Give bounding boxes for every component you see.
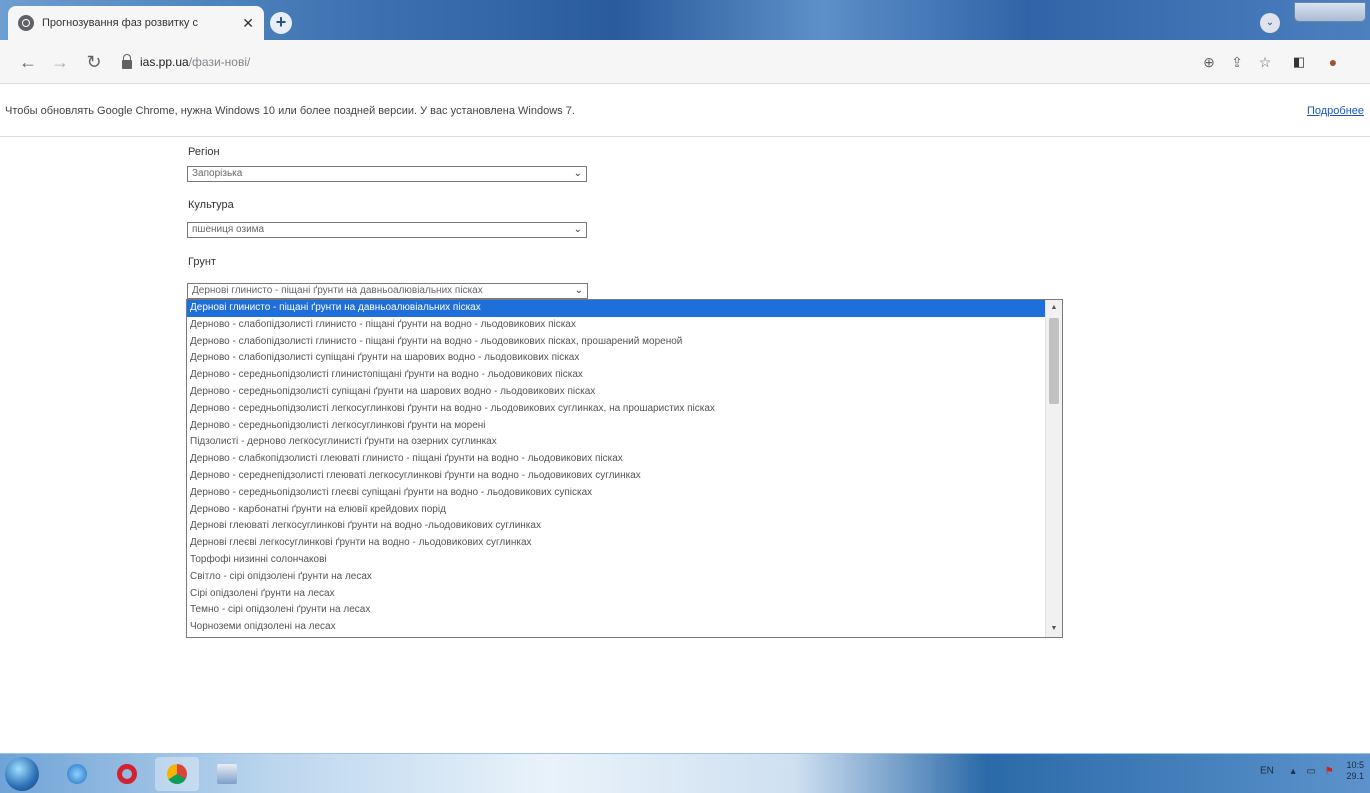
soil-option[interactable]: Дернові глинисто - піщані ґрунти на давн… xyxy=(187,300,1045,317)
chevron-down-icon: ⌄ xyxy=(574,285,583,296)
taskbar-chrome[interactable] xyxy=(155,757,199,791)
chevron-down-icon: ⌄ xyxy=(573,224,582,235)
soil-option[interactable]: Дерново - слабкопідзолисті глеюваті глин… xyxy=(187,451,1045,468)
soil-select[interactable]: Дернові глинисто - піщані ґрунти на давн… xyxy=(187,283,588,299)
soil-option[interactable]: Дерново - карбонатні ґрунти на елювії кр… xyxy=(187,502,1045,519)
folder-icon xyxy=(217,764,237,784)
soil-option[interactable]: Дерново - середнепідзолисті глеюваті лег… xyxy=(187,468,1045,485)
reload-icon[interactable]: ↻ xyxy=(80,48,108,76)
culture-select[interactable]: пшениця озима ⌄ xyxy=(187,222,587,238)
update-info-bar: Чтобы обновлять Google Chrome, нужна Win… xyxy=(0,85,1370,137)
scroll-up-arrow-icon[interactable]: ▲ xyxy=(1046,300,1062,316)
soil-option[interactable]: Дерново - середньопідзолисті супіщані ґр… xyxy=(187,384,1045,401)
tab-title: Прогнозування фаз розвитку с xyxy=(42,17,198,29)
soil-option[interactable]: Дерново - середньопідзолисті глинистопіщ… xyxy=(187,367,1045,384)
soil-option[interactable]: Дерново - слабопідзолисті глинисто - піщ… xyxy=(187,317,1045,334)
opera-icon xyxy=(117,764,137,784)
window-controls[interactable] xyxy=(1294,2,1366,22)
chevron-down-icon: ⌄ xyxy=(573,168,582,179)
browser-title-bar: Прогнозування фаз розвитку с ✕ + ⌄ xyxy=(0,0,1370,40)
side-panel-icon[interactable]: ◧ xyxy=(1286,48,1312,76)
soil-select-value: Дернові глинисто - піщані ґрунти на давн… xyxy=(192,285,483,296)
soil-option[interactable]: Підзолисті - дерново легкосуглинисті ґру… xyxy=(187,434,1045,451)
clock[interactable]: 10:5 29.1 xyxy=(1346,760,1364,782)
taskbar-ie[interactable] xyxy=(55,757,99,791)
culture-select-value: пшениця озима xyxy=(192,224,265,235)
dropdown-scrollbar[interactable]: ▲ ▼ xyxy=(1045,300,1062,637)
soil-option[interactable]: Торфофі низинні солончакові xyxy=(187,552,1045,569)
soil-option[interactable]: Дерново - середньопідзолисті легкосуглин… xyxy=(187,418,1045,435)
url-path: /фази-нові/ xyxy=(188,55,251,69)
soil-option[interactable]: Дерново - слабопідзолисті супіщані ґрунт… xyxy=(187,350,1045,367)
soil-option[interactable]: Темно - сірі опідзолені ґрунти на лесах xyxy=(187,602,1045,619)
extension-icon[interactable]: ● xyxy=(1320,48,1346,76)
region-label: Регіон xyxy=(188,146,220,158)
region-select-value: Запорізька xyxy=(192,168,243,179)
soil-option[interactable]: Дерново - середньопідзолисті легкосуглин… xyxy=(187,401,1045,418)
soil-option[interactable]: Дерново - середньопідзолисті глеєві супі… xyxy=(187,485,1045,502)
taskbar-opera[interactable] xyxy=(105,757,149,791)
lock-icon xyxy=(122,53,132,69)
ie-icon xyxy=(67,764,87,784)
soil-dropdown-list[interactable]: Дернові глинисто - піщані ґрунти на давн… xyxy=(186,299,1063,638)
zoom-icon[interactable]: ⊕ xyxy=(1196,48,1222,76)
system-tray: EN ▴ ▭ ⚑ 10:5 29.1 xyxy=(1260,760,1364,782)
share-icon[interactable]: ⇪ xyxy=(1224,48,1250,76)
soil-option[interactable]: Дернові глеєві легкосуглинкові ґрунти на… xyxy=(187,535,1045,552)
region-select[interactable]: Запорізька ⌄ xyxy=(187,166,587,182)
url-text: ias.pp.ua/фази-нові/ xyxy=(140,55,250,69)
taskbar-explorer[interactable] xyxy=(205,757,249,791)
soil-option[interactable]: Чорноземи опідзолені на лесах xyxy=(187,619,1045,636)
clock-date: 29.1 xyxy=(1346,771,1364,781)
language-indicator[interactable]: EN xyxy=(1260,766,1274,777)
clock-time: 10:5 xyxy=(1346,760,1364,770)
scroll-down-arrow-icon[interactable]: ▼ xyxy=(1046,621,1062,637)
tray-arrow-icon[interactable]: ▴ xyxy=(1291,766,1296,777)
browser-toolbar: ← → ↻ ias.pp.ua/фази-нові/ ⊕ ⇪ ☆ ◧ ● xyxy=(0,40,1370,84)
soil-options: Дернові глинисто - піщані ґрунти на давн… xyxy=(187,300,1045,636)
network-icon[interactable]: ▭ xyxy=(1306,766,1315,777)
flag-icon[interactable]: ⚑ xyxy=(1325,766,1334,777)
start-button[interactable] xyxy=(5,757,39,791)
soil-option[interactable]: Сірі опідзолені ґрунти на лесах xyxy=(187,586,1045,603)
bookmark-star-icon[interactable]: ☆ xyxy=(1252,48,1278,76)
culture-label: Культура xyxy=(188,199,234,211)
windows-taskbar: EN ▴ ▭ ⚑ 10:5 29.1 xyxy=(0,753,1370,793)
tab-close-icon[interactable]: ✕ xyxy=(242,15,254,32)
update-message: Чтобы обновлять Google Chrome, нужна Win… xyxy=(5,105,575,117)
soil-option[interactable]: Дернові глеюваті легкосуглинкові ґрунти … xyxy=(187,518,1045,535)
browser-tab[interactable]: Прогнозування фаз розвитку с ✕ xyxy=(8,6,264,40)
chrome-icon xyxy=(167,764,187,784)
back-arrow-icon[interactable]: ← xyxy=(14,48,42,76)
scroll-thumb[interactable] xyxy=(1049,318,1059,404)
soil-option[interactable]: Дерново - слабопідзолисті глинисто - піщ… xyxy=(187,334,1045,351)
soil-label: Грунт xyxy=(188,256,216,268)
tab-search-icon[interactable]: ⌄ xyxy=(1260,13,1280,33)
address-bar[interactable]: ias.pp.ua/фази-нові/ xyxy=(110,47,1240,77)
more-info-link[interactable]: Подробнее xyxy=(1307,105,1364,117)
new-tab-button[interactable]: + xyxy=(270,12,292,34)
soil-option[interactable]: Світло - сірі опідзолені ґрунти на лесах xyxy=(187,569,1045,586)
forward-arrow-icon[interactable]: → xyxy=(46,48,74,76)
globe-icon xyxy=(18,15,34,31)
url-host: ias.pp.ua xyxy=(140,55,189,69)
